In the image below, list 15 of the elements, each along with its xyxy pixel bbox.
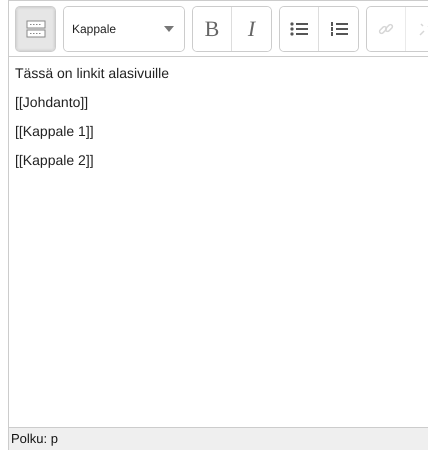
paragraph-text: [[Johdanto]]: [15, 94, 90, 110]
paragraph-text: Tässä on linkit alasivuille: [15, 65, 170, 81]
caret-icon: [164, 26, 174, 32]
bullet-list-button[interactable]: [280, 7, 319, 51]
chain-link-icon: [378, 21, 394, 37]
paragraph-text: [[Kappale 2]]: [15, 152, 95, 168]
editor-content-area[interactable]: Tässä on linkit alasivuille [[Johdanto]] [[Kappale 1]] [[Kappale 2]]: [9, 57, 428, 427]
numbered-list-icon: [330, 21, 348, 37]
element-path-text: Polku: p: [11, 431, 58, 446]
format-dropdown[interactable]: Kappale: [64, 7, 184, 51]
paragraph-text: [[Kappale 1]]: [15, 123, 95, 139]
bullet-list-icon: [290, 21, 308, 37]
keyboard-icon: [26, 20, 46, 38]
toolbar-toggle-button[interactable]: [16, 7, 55, 51]
bold-button[interactable]: B: [193, 7, 232, 51]
